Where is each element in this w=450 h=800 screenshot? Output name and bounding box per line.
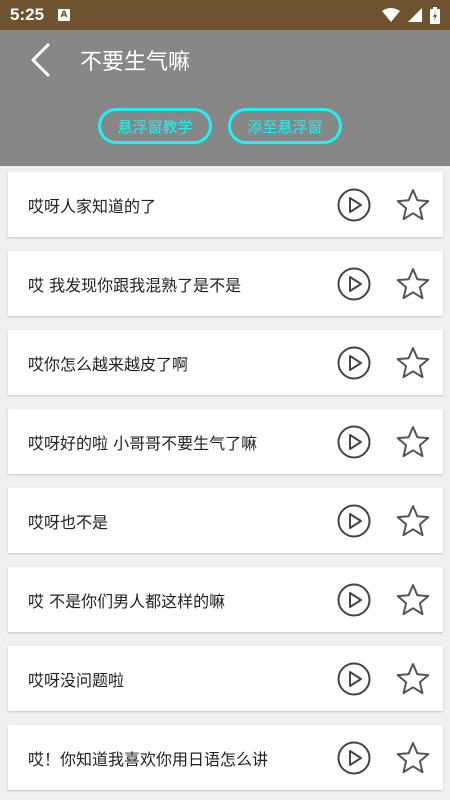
item-text: 哎你怎么越来越皮了啊 <box>28 354 189 374</box>
list-item[interactable]: 哎呀也不是 <box>8 488 443 553</box>
star-icon[interactable] <box>395 187 431 223</box>
float-window-tutorial-button[interactable]: 悬浮窗教学 <box>98 108 212 144</box>
play-icon[interactable] <box>337 662 371 696</box>
app-header: 不要生气嘛 悬浮窗教学 添至悬浮窗 <box>0 30 450 166</box>
voice-list: 哎呀人家知道的了 哎 我发现你跟我混熟了是不是 哎你怎么越来越皮了啊 哎呀好的啦… <box>8 172 443 800</box>
wifi-icon <box>382 8 400 22</box>
page-title: 不要生气嘛 <box>80 50 191 75</box>
back-arrow-icon <box>31 43 50 77</box>
status-bar: 5:25 A <box>0 0 450 30</box>
back-button[interactable] <box>22 38 58 82</box>
list-item[interactable]: 哎你怎么越来越皮了啊 <box>8 330 443 395</box>
list-item[interactable]: 哎 我发现你跟我混熟了是不是 <box>8 251 443 316</box>
item-text: 哎！你知道我喜欢你用日语怎么讲 <box>28 749 269 769</box>
play-icon[interactable] <box>337 583 371 617</box>
star-icon[interactable] <box>395 345 431 381</box>
item-text: 哎呀人家知道的了 <box>28 196 157 216</box>
play-icon[interactable] <box>337 504 371 538</box>
item-text: 哎 不是你们男人都这样的嘛 <box>28 591 226 611</box>
list-item[interactable]: 哎呀没问题啦 <box>8 646 443 711</box>
star-icon[interactable] <box>395 582 431 618</box>
play-icon[interactable] <box>337 346 371 380</box>
battery-icon <box>430 6 440 24</box>
item-text: 哎呀也不是 <box>28 512 109 532</box>
play-icon[interactable] <box>337 425 371 459</box>
status-time: 5:25 <box>10 5 45 24</box>
signal-icon <box>408 8 422 22</box>
item-text: 哎 我发现你跟我混熟了是不是 <box>28 275 242 295</box>
notification-icon: A <box>58 9 71 21</box>
list-item[interactable]: 哎！你知道我喜欢你用日语怎么讲 <box>8 725 443 790</box>
star-icon[interactable] <box>395 503 431 539</box>
status-icons <box>382 6 440 24</box>
add-to-float-window-button[interactable]: 添至悬浮窗 <box>228 108 342 144</box>
star-icon[interactable] <box>395 740 431 776</box>
star-icon[interactable] <box>395 424 431 460</box>
star-icon[interactable] <box>395 266 431 302</box>
play-icon[interactable] <box>337 267 371 301</box>
list-item[interactable]: 哎呀好的啦 小哥哥不要生气了嘛 <box>8 409 443 474</box>
play-icon[interactable] <box>337 741 371 775</box>
item-text: 哎呀好的啦 小哥哥不要生气了嘛 <box>28 433 258 453</box>
play-icon[interactable] <box>337 188 371 222</box>
list-item[interactable]: 哎 不是你们男人都这样的嘛 <box>8 567 443 632</box>
item-text: 哎呀没问题啦 <box>28 670 125 690</box>
star-icon[interactable] <box>395 661 431 697</box>
list-item[interactable]: 哎呀人家知道的了 <box>8 172 443 237</box>
